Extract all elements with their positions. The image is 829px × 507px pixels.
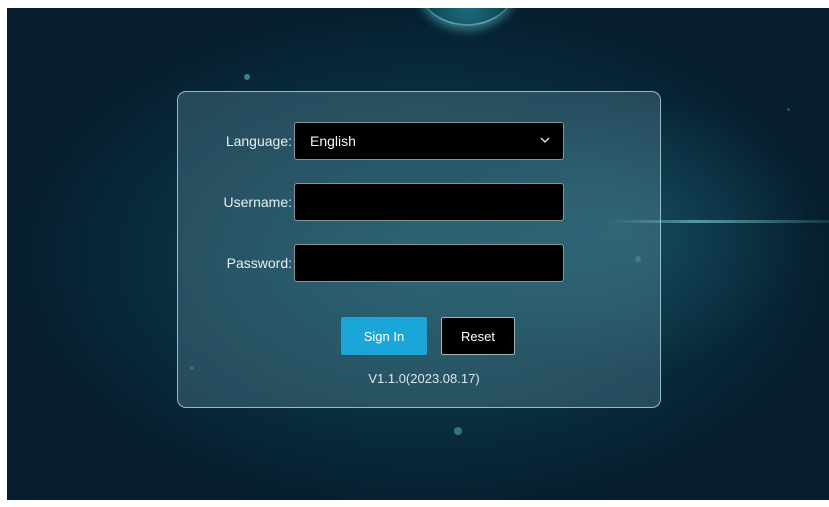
version-text: V1.1.0(2023.08.17) — [368, 371, 480, 386]
login-screen: Language: English Username: Password: Si… — [7, 8, 829, 500]
language-select[interactable]: English — [294, 122, 564, 160]
username-input[interactable] — [294, 183, 564, 221]
sign-in-button[interactable]: Sign In — [341, 317, 427, 355]
password-input[interactable] — [294, 244, 564, 282]
password-row: Password: — [178, 244, 660, 282]
particle-decoration — [454, 427, 462, 435]
login-panel: Language: English Username: Password: Si… — [177, 91, 661, 408]
username-label: Username: — [223, 194, 292, 210]
particle-decoration — [787, 108, 790, 111]
particle-decoration — [244, 74, 250, 80]
reset-button[interactable]: Reset — [441, 317, 515, 355]
password-label: Password: — [226, 255, 292, 271]
language-selected-value: English — [310, 133, 356, 149]
language-label: Language: — [225, 133, 292, 149]
username-row: Username: — [178, 183, 660, 221]
globe-decoration — [417, 8, 517, 26]
chevron-down-icon[interactable] — [539, 136, 551, 144]
language-row: Language: English — [178, 122, 660, 160]
